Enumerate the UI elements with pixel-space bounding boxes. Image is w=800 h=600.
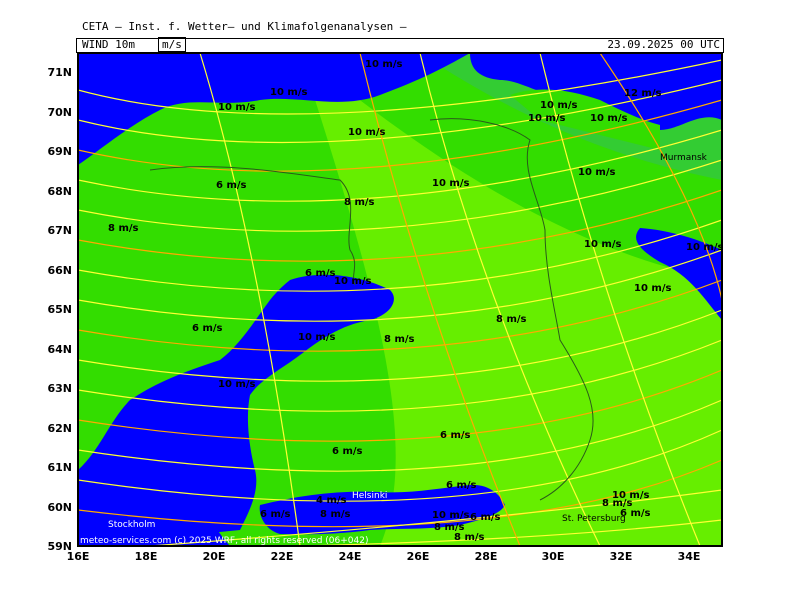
copyright-note: meteo-services.com (c) 2025 WRF, all rig…	[80, 536, 368, 546]
lon-tick: 28E	[475, 550, 498, 563]
wind-label: 10 m/s	[334, 276, 371, 287]
wind-label: 10 m/s	[432, 510, 469, 521]
wind-label: 8 m/s	[320, 509, 351, 520]
wind-label: 8 m/s	[344, 197, 375, 208]
weather-map-page: CETA — Inst. f. Wetter— und Klimafolgena…	[0, 0, 800, 600]
wind-label: 10 m/s	[365, 59, 402, 70]
wind-label: 4 m/s	[316, 495, 347, 506]
wind-label: 10 m/s	[348, 127, 385, 138]
wind-label: 10 m/s	[218, 102, 255, 113]
lat-tick: 62N	[47, 422, 72, 435]
lon-tick: 34E	[678, 550, 701, 563]
longitude-axis: 16E 18E 20E 22E 24E 26E 28E 30E 32E 34E	[67, 550, 701, 563]
wind-label: 10 m/s	[578, 167, 615, 178]
lon-tick: 32E	[610, 550, 633, 563]
city-helsinki: Helsinki	[352, 491, 387, 501]
wind-label: 6 m/s	[216, 180, 247, 191]
wind-label: 10 m/s	[590, 113, 627, 124]
wind-label: 8 m/s	[384, 334, 415, 345]
lat-tick: 63N	[47, 382, 72, 395]
lat-tick: 61N	[47, 461, 72, 474]
lon-tick: 16E	[67, 550, 90, 563]
lon-tick: 20E	[203, 550, 226, 563]
wind-label: 10 m/s	[298, 332, 335, 343]
wind-label: 8 m/s	[108, 223, 139, 234]
wind-label: 6 m/s	[260, 509, 291, 520]
wind-label: 10 m/s	[270, 87, 307, 98]
lon-tick: 26E	[407, 550, 430, 563]
wind-label: 10 m/s	[540, 100, 577, 111]
lon-tick: 30E	[542, 550, 565, 563]
wind-label: 8 m/s	[454, 532, 485, 543]
lat-tick: 71N	[47, 66, 72, 79]
wind-label: 6 m/s	[470, 512, 501, 523]
lat-tick: 60N	[47, 501, 72, 514]
wind-label: 6 m/s	[305, 268, 336, 279]
wind-label: 6 m/s	[192, 323, 223, 334]
lon-tick: 18E	[135, 550, 158, 563]
city-st-petersburg: St. Petersburg	[562, 514, 626, 524]
wind-label: 6 m/s	[332, 446, 363, 457]
wind-label: 10 m/s	[528, 113, 565, 124]
lat-tick: 65N	[47, 303, 72, 316]
lat-tick: 67N	[47, 224, 72, 237]
wind-label: 10 m/s	[686, 242, 723, 253]
city-murmansk: Murmansk	[660, 153, 708, 163]
wind-label: 12 m/s	[624, 88, 661, 99]
lat-tick: 66N	[47, 264, 72, 277]
wind-label: 10 m/s	[218, 379, 255, 390]
lat-tick: 68N	[47, 185, 72, 198]
wind-label: 10 m/s	[612, 490, 649, 501]
map-field	[78, 53, 722, 546]
wind-label: 8 m/s	[496, 314, 527, 325]
lat-tick: 64N	[47, 343, 72, 356]
wind-label: 10 m/s	[432, 178, 469, 189]
wind-label: 10 m/s	[584, 239, 621, 250]
lat-tick: 69N	[47, 145, 72, 158]
wind-label: 10 m/s	[634, 283, 671, 294]
wind-map: 71N 70N 69N 68N 67N 66N 65N 64N 63N 62N …	[47, 52, 723, 563]
wind-label: 6 m/s	[446, 480, 477, 491]
lat-tick: 70N	[47, 106, 72, 119]
lon-tick: 22E	[271, 550, 294, 563]
latitude-axis: 71N 70N 69N 68N 67N 66N 65N 64N 63N 62N …	[47, 66, 72, 553]
wind-label: 6 m/s	[440, 430, 471, 441]
city-stockholm: Stockholm	[108, 520, 155, 530]
lon-tick: 24E	[339, 550, 362, 563]
